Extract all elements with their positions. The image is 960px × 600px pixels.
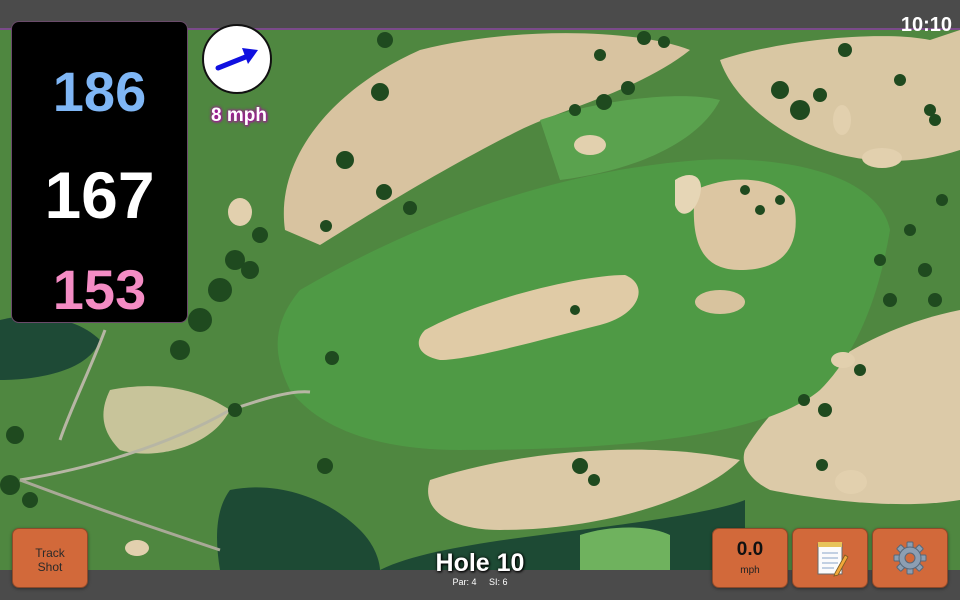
notepad-icon: [817, 542, 849, 577]
track-shot-button[interactable]: Track Shot: [12, 528, 88, 588]
speed-unit: mph: [740, 565, 760, 576]
track-shot-line2: Shot: [37, 560, 63, 574]
notes-button[interactable]: [792, 528, 868, 588]
wind-indicator: [202, 24, 272, 94]
gear-icon: [893, 541, 927, 575]
track-shot-line1: Track: [35, 546, 65, 560]
back-distance: 186: [52, 60, 147, 123]
middle-distance: 167: [44, 158, 155, 232]
speed-value: 0.0: [736, 539, 764, 560]
wind-speed: 8 mph: [211, 105, 267, 126]
settings-button[interactable]: [872, 528, 948, 588]
hole-title: Hole 10: [435, 549, 525, 577]
hole-meta: Par: 4 SI: 6: [380, 577, 580, 587]
arrow-icon: [215, 48, 258, 71]
distance-panel: 186 167 153: [11, 21, 188, 323]
hole-si: SI: 6: [489, 577, 508, 587]
speed-button[interactable]: 0.0 mph: [712, 528, 788, 588]
front-distance: 153: [52, 258, 147, 321]
hole-par: Par: 4: [452, 577, 477, 587]
clock: 10:10: [900, 14, 952, 36]
